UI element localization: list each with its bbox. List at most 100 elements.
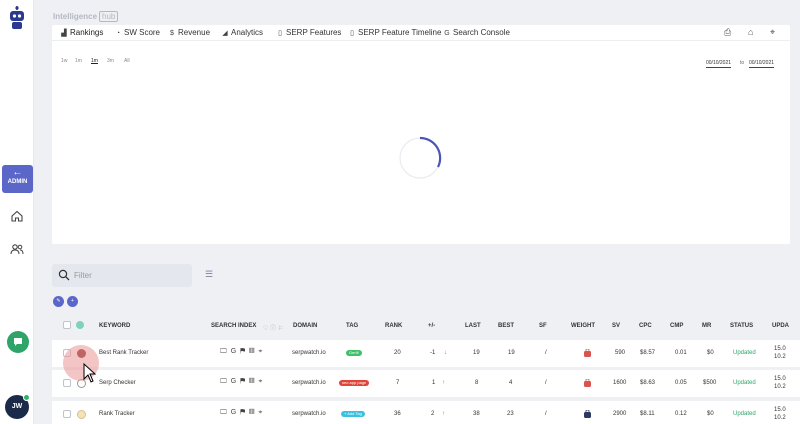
header-last[interactable]: LAST (465, 323, 481, 329)
google-icon: G (444, 30, 450, 37)
arrow-up-icon: ↑ (442, 411, 445, 417)
robot-logo-icon[interactable] (7, 6, 27, 30)
rank-cell: 36 (394, 411, 401, 417)
favorite-icon[interactable] (77, 410, 86, 419)
table-row[interactable]: Best Rank Tracker 🖵 G ⚑ ▥ ⌖ serpwatch.io… (52, 340, 800, 367)
header-domain[interactable]: DOMAIN (293, 323, 317, 329)
dollar-icon: $ (170, 30, 174, 37)
status-cell: Updated (733, 350, 756, 356)
range-1m[interactable]: 1m (75, 58, 82, 64)
domain-cell[interactable]: serpwatch.io (292, 350, 326, 356)
keyword-cell[interactable]: Serp Checker (99, 380, 136, 386)
keyword-cell[interactable]: Best Rank Tracker (99, 350, 148, 356)
header-best[interactable]: BEST (498, 323, 514, 329)
favorite-filter-icon[interactable] (76, 321, 84, 329)
updated-cell: 15.0 10.2 (774, 346, 786, 360)
last-cell: 19 (473, 350, 480, 356)
weight-icon (584, 349, 591, 357)
tab-sw-score[interactable]: ◔ SW Score (114, 28, 160, 37)
arrow-left-icon: ← (12, 167, 23, 178)
add-tag-button[interactable]: + Add Tag (341, 411, 365, 417)
row-checkbox[interactable] (63, 410, 71, 418)
chat-button[interactable] (7, 331, 29, 353)
tag-badge[interactable]: Gerfil (346, 350, 362, 356)
left-sidebar: ← ADMIN JW (0, 0, 34, 424)
header-weight[interactable]: WEIGHT (571, 323, 595, 329)
print-icon[interactable]: ⎙ (724, 27, 731, 38)
tab-analytics[interactable]: ◢ Analytics (221, 28, 263, 37)
location-pin-icon[interactable]: ⌖ (770, 27, 775, 38)
edit-icon[interactable]: ✎ (53, 296, 64, 307)
header-cmp[interactable]: CMP (670, 323, 683, 329)
change-cell: 2 (431, 411, 435, 417)
filter-input[interactable]: Filter (52, 264, 192, 287)
range-all[interactable]: All (124, 58, 130, 64)
row-checkbox[interactable] (63, 379, 71, 387)
loading-spinner (399, 136, 442, 179)
search-index-icons: 🖵 G ⚑ ▥ ⌖ (220, 348, 264, 355)
admin-label: ADMIN (7, 179, 28, 185)
tab-revenue[interactable]: $ Revenue (168, 28, 210, 37)
mr-cell: $0 (707, 411, 714, 417)
header-cpc[interactable]: CPC (639, 323, 652, 329)
header-change[interactable]: +/- (428, 323, 435, 329)
header-keyword[interactable]: KEYWORD (99, 323, 130, 329)
tab-serp-features[interactable]: ▯ SERP Features (276, 28, 341, 37)
cpc-cell: $8.63 (640, 380, 656, 386)
table-header: KEYWORD SEARCH INDEX ♡ ⓘ ⚐ DOMAIN TAG RA… (52, 316, 800, 336)
select-all-checkbox[interactable] (63, 321, 71, 329)
cpc-cell: $8.11 (640, 411, 655, 417)
header-mr[interactable]: MR (702, 323, 711, 329)
last-cell: 8 (475, 380, 479, 386)
chat-icon (14, 338, 22, 346)
sv-cell: 590 (615, 350, 626, 356)
tab-bar: ▟ Rankings ◔ SW Score $ Revenue ◢ Analytics … (52, 25, 790, 41)
best-cell: 4 (509, 380, 513, 386)
sv-cell: 2900 (613, 411, 627, 417)
updated-cell: 15.0 10.2 (774, 407, 786, 421)
header-updated[interactable]: UPDA (772, 323, 789, 329)
bar-chart-icon: ▟ (61, 30, 67, 37)
table-row[interactable]: Serp Checker 🖵 G ⚑ ▥ ⌖ serpwatch.io seo … (52, 370, 800, 397)
brand-name: Intelligence (53, 12, 98, 21)
tab-search-console[interactable]: G Search Console (443, 28, 510, 37)
header-rank[interactable]: RANK (385, 323, 402, 329)
header-search-index[interactable]: SEARCH INDEX (211, 323, 256, 329)
tab-rankings[interactable]: ▟ Rankings (60, 28, 103, 37)
users-icon[interactable] (10, 242, 24, 256)
signal-icon: ◢ (222, 30, 228, 37)
header-sv[interactable]: SV (612, 323, 620, 329)
weight-icon (584, 379, 591, 387)
sf-cell: / (545, 411, 547, 417)
add-icon[interactable]: + (67, 296, 78, 307)
date-from[interactable]: 00/10/2021 (706, 60, 732, 68)
list-view-icon[interactable]: ☰ (205, 269, 213, 280)
domain-cell[interactable]: serpwatch.io (292, 411, 326, 417)
cmp-cell: 0.05 (675, 380, 687, 386)
last-cell: 38 (473, 411, 480, 417)
domain-cell[interactable]: serpwatch.io (292, 380, 326, 386)
home-icon[interactable] (10, 209, 24, 223)
brand-logo: Intelligence hub (53, 11, 119, 22)
range-1m-active[interactable]: 1m (91, 58, 98, 64)
header-sf[interactable]: SF (539, 323, 547, 329)
range-3m[interactable]: 3m (107, 58, 114, 64)
table-row[interactable]: Rank Tracker 🖵 G ⚑ ▥ ⌖ serpwatch.io + Ad… (52, 401, 800, 424)
avatar-initials: JW (11, 403, 23, 410)
tag-icon[interactable]: ⌂ (748, 27, 753, 37)
arrow-down-icon: ↓ (444, 350, 447, 356)
brand-badge: hub (99, 11, 119, 22)
cpc-cell: $8.57 (640, 350, 656, 356)
cmp-cell: 0.01 (675, 350, 687, 356)
date-to[interactable]: 00/10/2021 (749, 60, 775, 68)
range-1w[interactable]: 1w (61, 58, 67, 64)
user-avatar[interactable]: JW (5, 394, 30, 419)
change-cell: -1 (430, 350, 436, 356)
header-status[interactable]: STATUS (730, 323, 753, 329)
header-tag[interactable]: TAG (346, 323, 358, 329)
keyword-cell[interactable]: Rank Tracker (99, 411, 135, 417)
tag-badge[interactable]: seo app page (339, 380, 370, 386)
tab-serp-feature-timeline[interactable]: ▯ SERP Feature Timeline (348, 28, 441, 37)
admin-button[interactable]: ← ADMIN (2, 165, 33, 193)
status-cell: Updated (733, 380, 756, 386)
